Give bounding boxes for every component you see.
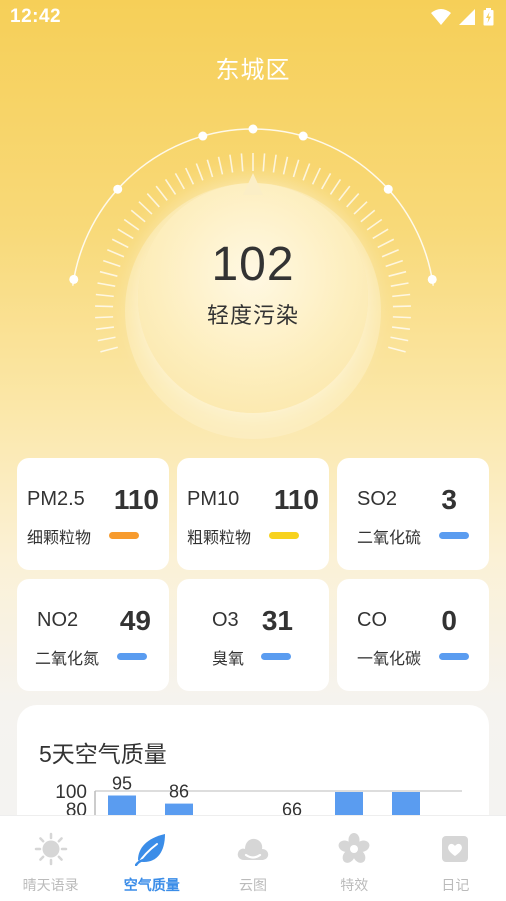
pollutant-name: NO2 <box>37 609 79 631</box>
pollutant-card-pm25[interactable]: PM2.5 110 细颗粒物 <box>17 458 169 570</box>
nav-item-diary[interactable]: 日记 <box>405 816 506 901</box>
leaf-icon <box>134 834 165 866</box>
pollutant-desc: 细颗粒物 <box>27 530 92 547</box>
pollutant-desc: 臭氧 <box>212 651 245 668</box>
chart-data-label: 86 <box>169 782 189 802</box>
pollutant-value: 3 <box>441 484 457 515</box>
wifi-icon <box>431 9 451 25</box>
chart-bar <box>392 792 420 815</box>
pollutant-name: CO <box>357 609 387 631</box>
pollutant-value: 31 <box>261 605 293 636</box>
chart-data-label: 95 <box>112 774 132 794</box>
sun-icon <box>34 832 67 866</box>
nav-item-quotes[interactable]: 晴天语录 <box>0 816 101 901</box>
pollutant-value: 0 <box>441 605 457 636</box>
status-bar: 12:42 <box>0 0 506 34</box>
pollutant-level-bar <box>117 653 147 660</box>
chart-data-label: 66 <box>282 800 302 815</box>
nav-item-effects[interactable]: 特效 <box>304 816 405 901</box>
pollutant-card-o3[interactable]: O3 31 臭氧 <box>177 579 329 691</box>
flower-icon <box>338 833 370 863</box>
pollutant-value: 49 <box>119 605 151 636</box>
pollutant-level-bar <box>109 532 139 539</box>
nav-label: 空气质量 <box>123 877 180 893</box>
pollutant-name: PM2.5 <box>27 488 85 510</box>
pollutant-level-bar <box>269 532 299 539</box>
pollutant-card-no2[interactable]: NO2 49 二氧化氮 <box>17 579 169 691</box>
pollutant-level-bar <box>439 653 469 660</box>
nav-item-air-quality[interactable]: 空气质量 <box>101 816 202 901</box>
nav-item-cloud-map[interactable]: 云图 <box>202 816 303 901</box>
chart-bar <box>335 792 363 815</box>
pollutant-value: 110 <box>273 484 319 515</box>
chart-bar <box>165 803 193 815</box>
cloud-icon <box>237 838 269 860</box>
pollutant-desc: 一氧化碳 <box>357 651 422 668</box>
pollutant-value: 110 <box>113 484 159 515</box>
forecast-chart: 1008095 8666 <box>55 774 462 815</box>
signal-icon <box>459 9 475 25</box>
pollutant-card-co[interactable]: CO 0 一氧化碳 <box>337 579 489 691</box>
aqi-value: 102 <box>211 238 295 291</box>
aqi-gauge: 102 轻度污染 <box>63 123 443 453</box>
pollutant-card-so2[interactable]: SO2 3 二氧化硫 <box>337 458 489 570</box>
status-time: 12:42 <box>10 6 62 27</box>
aqi-level: 轻度污染 <box>206 303 299 328</box>
nav-label: 云图 <box>239 877 267 893</box>
nav-label: 日记 <box>441 877 470 893</box>
pollutant-grid: PM2.5 110 细颗粒物 PM10 110 粗颗粒物 SO2 3 二氧化硫 … <box>17 458 489 692</box>
pollutant-desc: 二氧化氮 <box>35 651 100 668</box>
pollutant-level-bar <box>261 653 291 660</box>
nav-label: 晴天语录 <box>22 877 79 893</box>
pollutant-desc: 二氧化硫 <box>357 530 422 547</box>
pollutant-card-pm10[interactable]: PM10 110 粗颗粒物 <box>177 458 329 570</box>
bottom-nav: 晴天语录 空气质量 云图 特效 日记 <box>0 815 506 901</box>
nav-label: 特效 <box>340 877 369 893</box>
battery-icon <box>483 8 494 26</box>
chart-y-tick-label: 80 <box>66 800 87 815</box>
status-icons <box>431 8 494 26</box>
pollutant-desc: 粗颗粒物 <box>187 530 252 547</box>
pollutant-level-bar <box>439 532 469 539</box>
pollutant-name: PM10 <box>187 488 240 510</box>
pollutant-name: O3 <box>212 609 239 631</box>
city-title[interactable]: 东城区 <box>0 50 506 85</box>
diary-icon <box>442 836 469 862</box>
chart-bar <box>108 795 136 815</box>
pollutant-name: SO2 <box>357 488 398 510</box>
